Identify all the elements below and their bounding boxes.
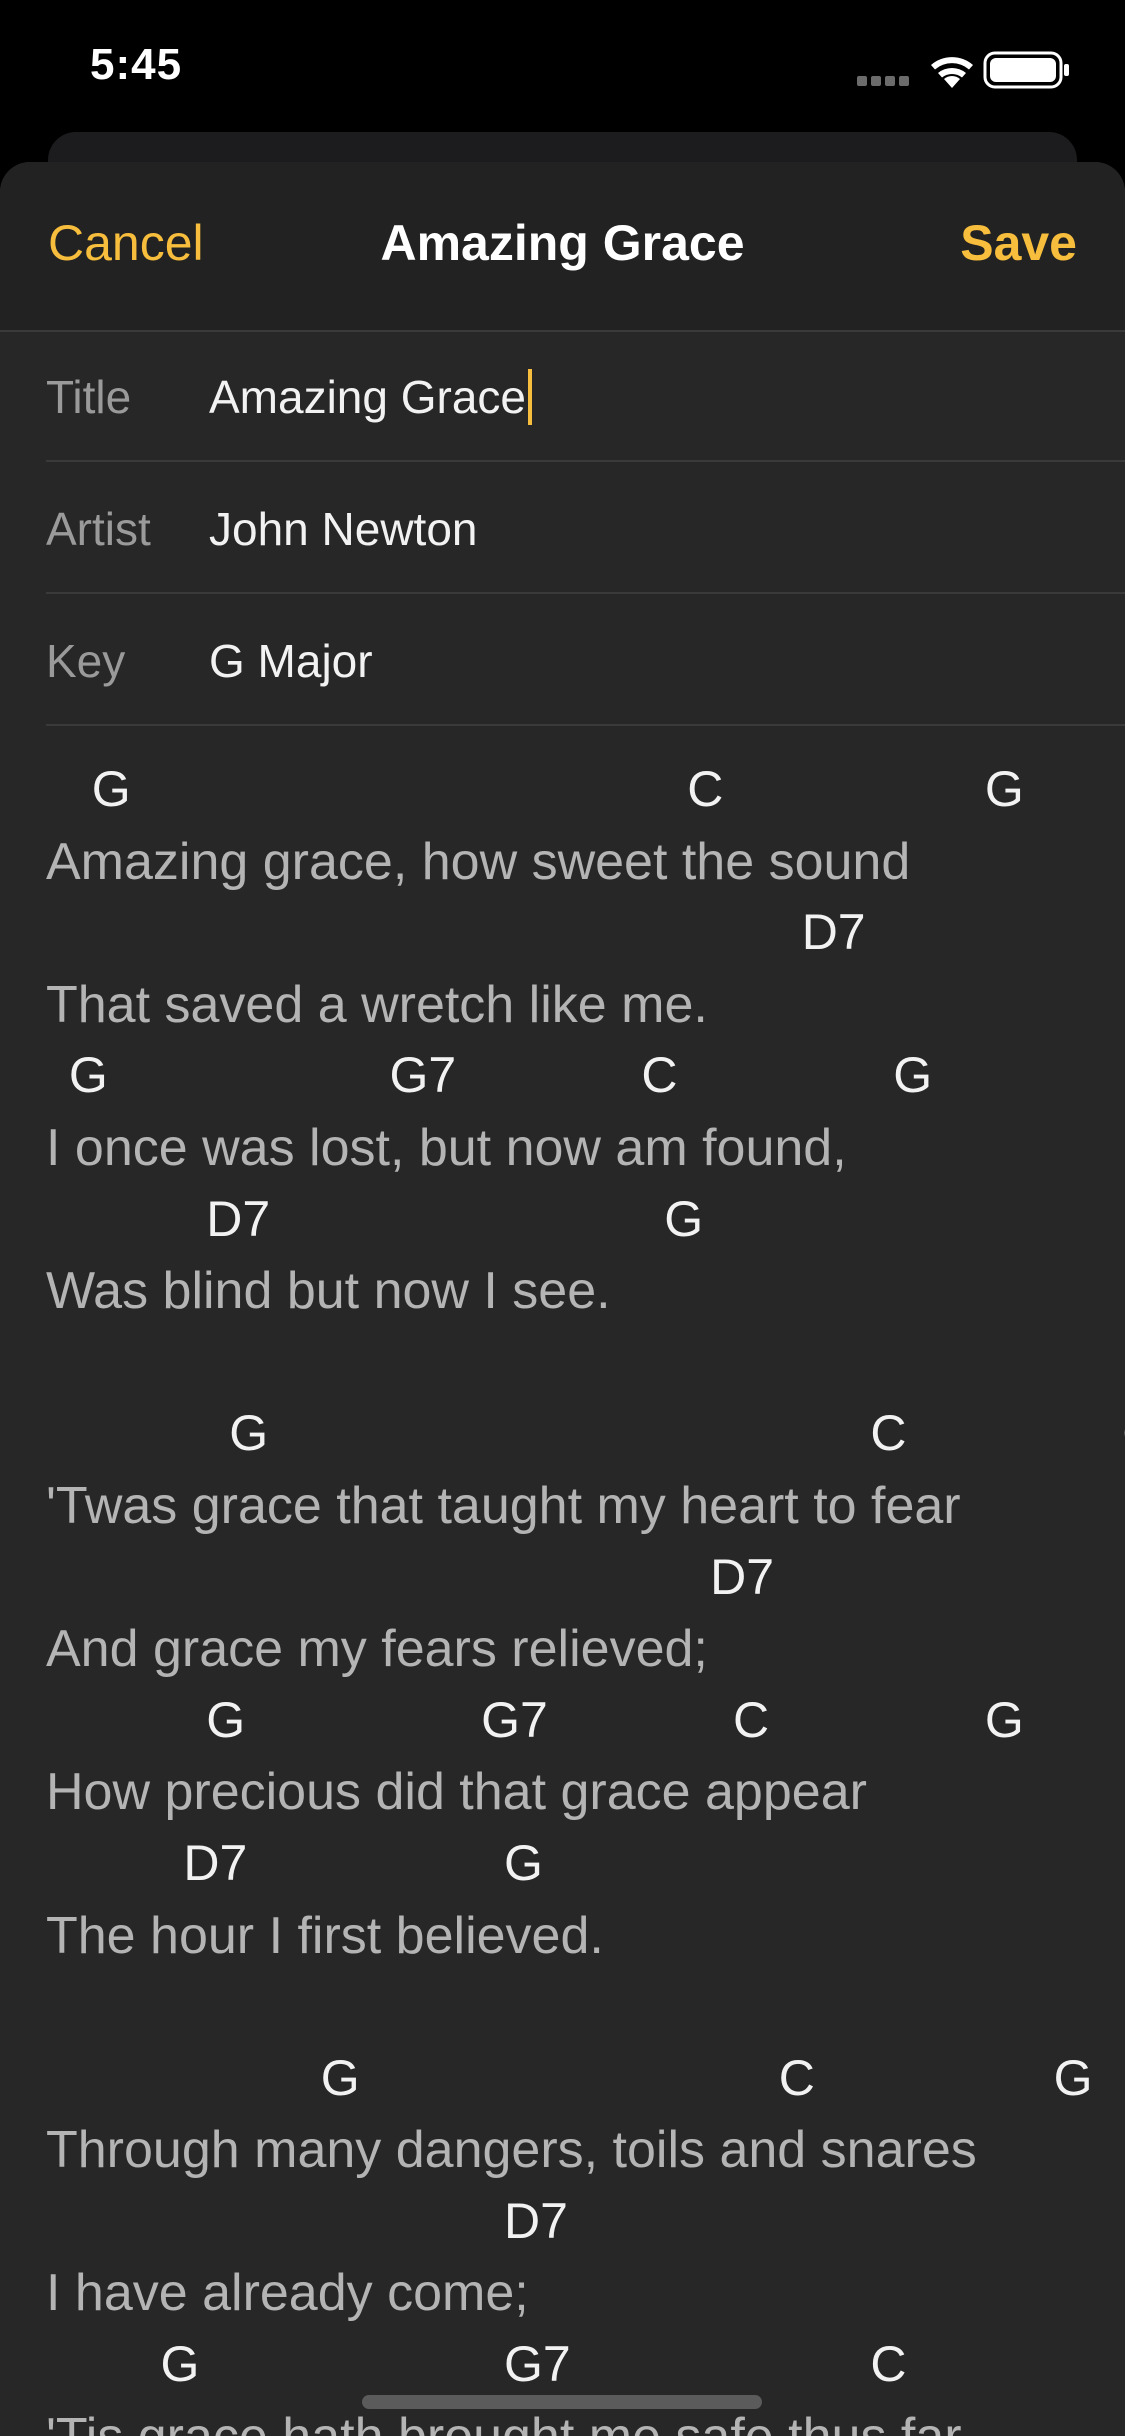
- chord-label: G: [206, 1691, 246, 1748]
- navigation-bar: Cancel Amazing Grace Save: [0, 162, 1125, 332]
- chord-label: D7: [183, 1834, 248, 1891]
- chord-label: G: [893, 1047, 933, 1104]
- chord-label: G: [984, 1691, 1024, 1748]
- chord-line: D7 G: [46, 1184, 1106, 1256]
- chord-line: D7: [46, 897, 1106, 969]
- chord-label: G: [504, 1834, 543, 1891]
- key-label: Key: [46, 635, 126, 687]
- cellular-signal-icon: [857, 76, 909, 86]
- chord-label: G: [984, 761, 1024, 817]
- chord-label: C: [778, 2049, 815, 2106]
- chord-label: D7: [801, 904, 866, 961]
- chord-label: G: [1053, 2049, 1093, 2106]
- chord-label: G: [664, 1190, 704, 1247]
- home-indicator: [362, 2395, 762, 2409]
- cancel-button[interactable]: Cancel: [48, 214, 204, 272]
- chord-label: G7: [481, 1691, 548, 1748]
- chord-label: G: [320, 2049, 360, 2106]
- chord-label: C: [870, 1405, 907, 1462]
- chord-line: GCG: [46, 2043, 1106, 2115]
- lyric-text: Amazing grace, how sweet the sound: [46, 832, 911, 891]
- lyric-line: Amazing grace, how sweet the sound: [46, 826, 1106, 898]
- chord-line: G G7 C G: [46, 1685, 1106, 1757]
- artist-label: Artist: [46, 503, 151, 555]
- lyric-text: I once was lost, but now am found,: [46, 1118, 847, 1177]
- status-icons: [857, 51, 1069, 89]
- battery-icon: [983, 51, 1069, 89]
- save-button[interactable]: Save: [960, 214, 1077, 272]
- wifi-icon: [931, 57, 973, 88]
- lyric-text: That saved a wretch like me.: [46, 975, 708, 1034]
- chord-label: C: [733, 1691, 770, 1748]
- lyric-text: The hour I first believed.: [46, 1906, 604, 1965]
- chord-label: C: [687, 761, 724, 817]
- lyric-text: 'Tis grace hath brought me safe thus far: [46, 2407, 962, 2436]
- artist-row[interactable]: Artist John Newton: [46, 462, 1125, 594]
- text-cursor: [528, 368, 533, 425]
- lyric-text: And grace my fears relieved;: [46, 1620, 708, 1679]
- chord-line: D7: [46, 1542, 1106, 1614]
- lyric-line: 'Twas grace that taught my heart to fear: [46, 1470, 1106, 1542]
- edit-song-sheet: Cancel Amazing Grace Save Title Amazing …: [0, 162, 1125, 2436]
- lyric-text: How precious did that grace appear: [46, 1763, 867, 1822]
- chord-label: C: [870, 2336, 907, 2393]
- title-label: Title: [46, 371, 132, 423]
- key-row[interactable]: Key G Major: [46, 594, 1125, 726]
- chord-line: GCG: [46, 754, 1106, 826]
- lyric-line: I once was lost, but now am found,: [46, 1112, 1106, 1184]
- chord-line: D7: [46, 2186, 1106, 2258]
- chord-label: G: [91, 761, 131, 817]
- chord-label: G7: [389, 1047, 457, 1104]
- title-value: Amazing Grace: [209, 371, 527, 423]
- chord-label: C: [641, 1047, 678, 1104]
- lyric-line: How precious did that grace appear: [46, 1756, 1106, 1828]
- song-details-form: Title Amazing Grace Artist John Newton K…: [0, 330, 1125, 726]
- chord-label: D7: [504, 2192, 568, 2249]
- lyric-text: Through many dangers, toils and snares: [46, 2121, 977, 2180]
- chord-sheet-editor[interactable]: G C G Amazing grace, how sweet the sound D7 T…: [46, 754, 1125, 2436]
- status-time: 5:45: [90, 40, 183, 89]
- chord-label: D7: [206, 1190, 271, 1247]
- chord-label: D7: [710, 1548, 775, 1605]
- artist-field[interactable]: John Newton: [209, 502, 478, 556]
- lyric-text: Was blind but now I see.: [46, 1262, 611, 1321]
- lyric-text: I have already come;: [46, 2264, 529, 2323]
- title-row[interactable]: Title Amazing Grace: [46, 330, 1125, 462]
- chord-line: GG7CG: [46, 2329, 1106, 2401]
- lyric-line: I have already come;: [46, 2257, 1106, 2329]
- song-editor-screen: 5:45 Cancel Amazing Grace Save Title Ama…: [0, 0, 1125, 2436]
- lyric-line: Through many dangers, toils and snares: [46, 2114, 1106, 2186]
- status-bar: 5:45: [0, 0, 1125, 135]
- chord-label: G: [160, 2336, 200, 2393]
- chord-label: G: [229, 1405, 269, 1462]
- chord-label: G: [68, 1047, 108, 1104]
- chord-line: G G7 C G: [46, 1040, 1106, 1112]
- key-field[interactable]: G Major: [209, 634, 373, 688]
- chord-line: D7 G: [46, 1828, 1106, 1900]
- lyric-line: The hour I first believed.: [46, 1900, 1106, 1972]
- lyric-text: 'Twas grace that taught my heart to fear: [46, 1476, 961, 1535]
- lyric-line: Was blind but now I see.: [46, 1255, 1106, 1327]
- chord-line: GCG: [46, 1398, 1125, 1470]
- title-field[interactable]: Amazing Grace: [209, 368, 533, 429]
- lyric-line: And grace my fears relieved;: [46, 1613, 1106, 1685]
- lyric-line: That saved a wretch like me.: [46, 969, 1106, 1041]
- chord-label: G7: [504, 2336, 571, 2393]
